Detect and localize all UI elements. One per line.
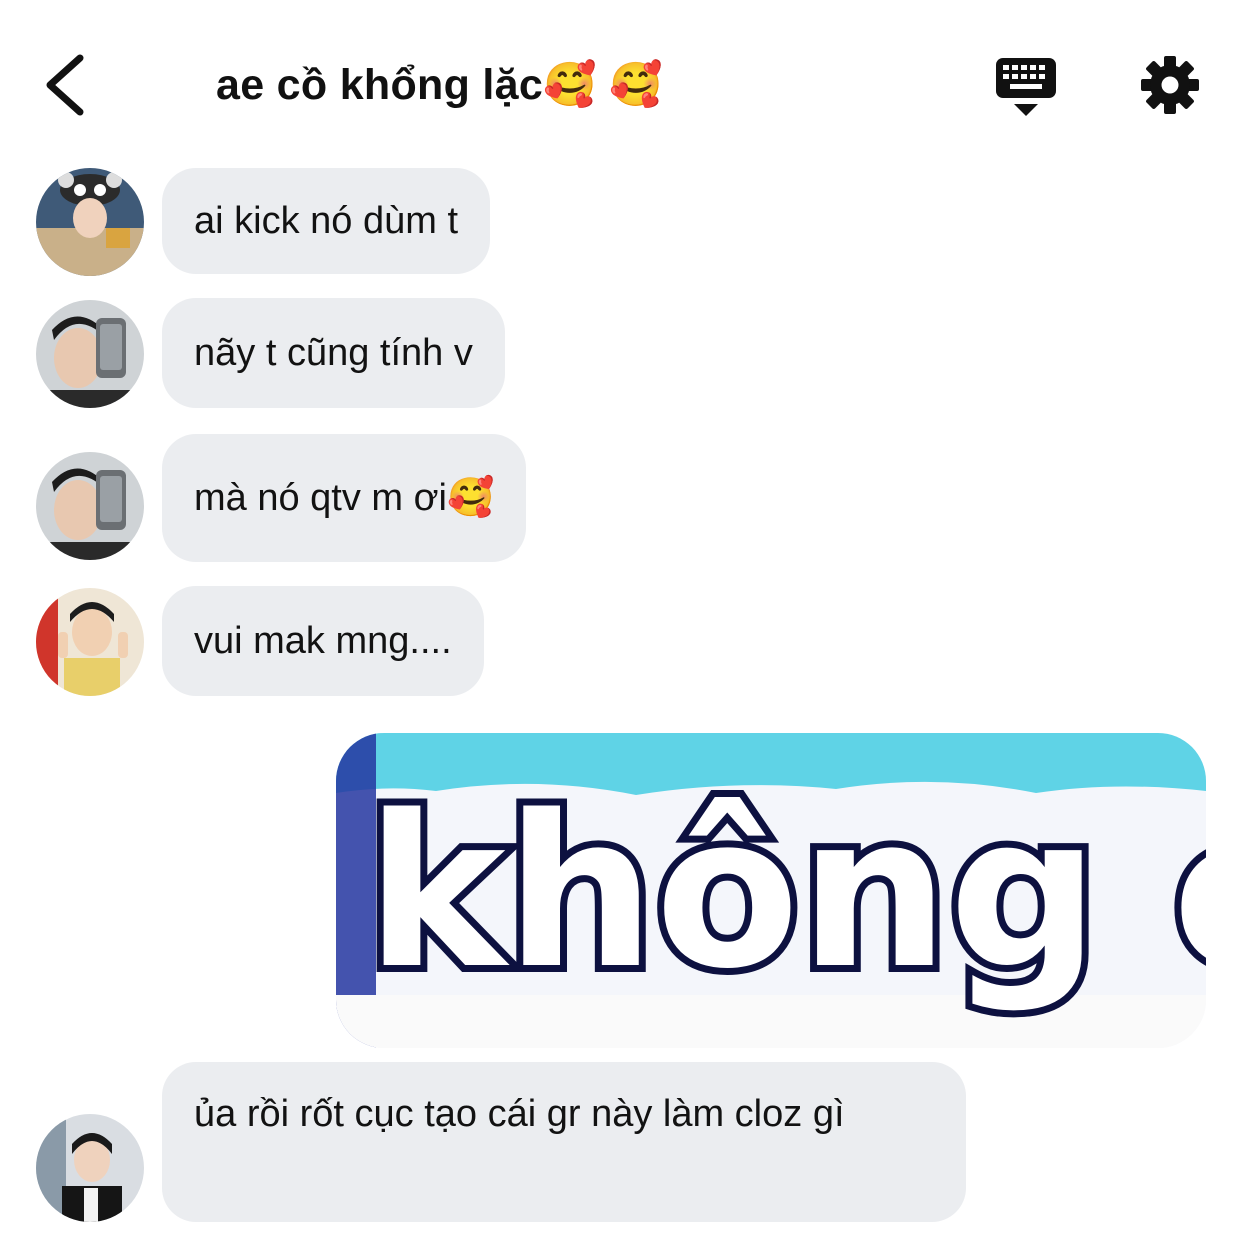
message-bubble[interactable]: mà nó qtv m ơi🥰: [162, 434, 527, 562]
avatar-photo-icon: [36, 300, 144, 408]
message-bubble[interactable]: ai kick nó dùm t: [162, 168, 490, 274]
back-button[interactable]: [38, 50, 98, 120]
avatar[interactable]: [36, 588, 144, 696]
avatar-photo-icon: [36, 168, 144, 276]
sticker-image: không em: [336, 733, 1206, 1048]
sticker-text: không em: [366, 770, 1206, 1015]
avatar-photo-icon: [36, 1114, 144, 1222]
image-message[interactable]: không em: [336, 733, 1206, 1048]
message-text: vui mak mng....: [194, 620, 452, 662]
avatar[interactable]: [36, 1114, 144, 1222]
avatar[interactable]: [36, 452, 144, 560]
chevron-left-icon: [46, 54, 84, 116]
chat-header: ae cồ khổng lặc🥰 🥰: [0, 0, 1242, 160]
message-bubble[interactable]: vui mak mng....: [162, 586, 484, 696]
keyboard-hide-icon: [996, 58, 1056, 116]
chat-title: ae cồ khổng lặc🥰 🥰: [216, 61, 664, 109]
message-text: ai kick nó dùm t: [194, 200, 458, 242]
message-text: mà nó qtv m ơi🥰: [194, 477, 495, 519]
avatar-photo-icon: [36, 452, 144, 560]
message-bubble[interactable]: ủa rồi rốt cục tạo cái gr này làm cloz g…: [162, 1062, 966, 1222]
keyboard-button[interactable]: [994, 56, 1058, 118]
avatar[interactable]: [36, 300, 144, 408]
message-text: nãy t cũng tính v: [194, 332, 473, 374]
settings-button[interactable]: [1140, 55, 1200, 115]
message-text: ủa rồi rốt cục tạo cái gr này làm cloz g…: [194, 1093, 845, 1135]
avatar-photo-icon: [36, 588, 144, 696]
message-bubble[interactable]: nãy t cũng tính v: [162, 298, 505, 408]
avatar[interactable]: [36, 168, 144, 276]
gear-icon: [1141, 56, 1199, 114]
